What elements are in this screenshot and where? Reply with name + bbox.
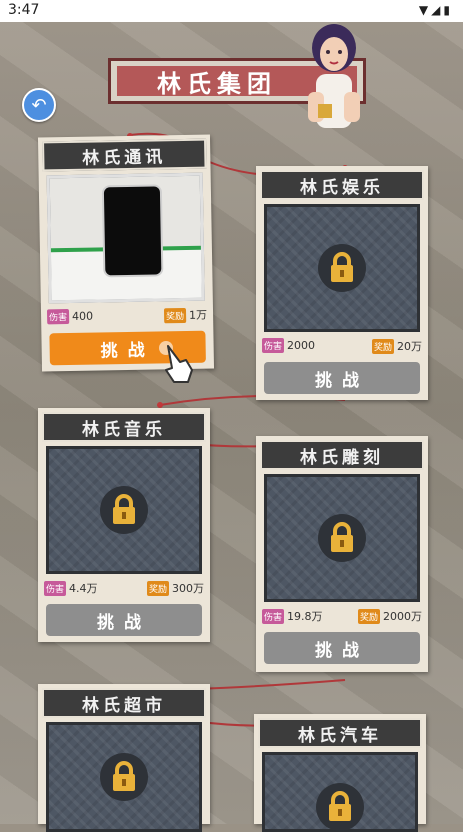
reward-badge: 奖励 <box>146 580 169 596</box>
company-card: 林氏雕刻 伤害 19.8万 奖励 2000万 挑战 <box>256 436 428 672</box>
challenge-button[interactable]: 挑战 <box>46 604 202 636</box>
card-title: 林氏汽车 <box>258 718 422 748</box>
challenge-button[interactable]: 挑战 <box>264 632 420 664</box>
damage-value: 4.4万 <box>69 582 98 595</box>
card-stats: 伤害 400 奖励 1万 <box>46 307 208 328</box>
reward-badge: 奖励 <box>357 608 380 624</box>
card-title: 林氏音乐 <box>42 412 206 442</box>
back-arrow-icon: ↶ <box>31 94 47 116</box>
reward-stat: 奖励 20万 <box>371 338 422 354</box>
damage-stat: 伤害 4.4万 <box>44 580 98 596</box>
lock-icon <box>318 244 366 292</box>
challenge-button[interactable]: 挑战 <box>264 362 420 394</box>
company-card: 林氏通讯 伤害 400 奖励 1万 挑战 <box>37 134 215 372</box>
reward-stat: 奖励 2000万 <box>357 608 422 624</box>
damage-badge: 伤害 <box>44 580 67 596</box>
damage-value: 19.8万 <box>287 610 323 623</box>
reward-stat: 奖励 1万 <box>163 307 208 324</box>
back-button[interactable]: ↶ <box>22 88 56 122</box>
card-image <box>264 474 420 602</box>
card-title: 林氏雕刻 <box>260 440 424 470</box>
status-time: 3:47 <box>8 2 40 18</box>
card-image <box>46 446 202 574</box>
company-card: 林氏超市 <box>38 684 210 832</box>
status-icons: ▼◢▮ <box>419 3 453 17</box>
status-bar: 3:47 ▼◢▮ <box>0 0 463 22</box>
card-image <box>46 722 202 832</box>
phone-image <box>49 175 202 301</box>
boss-avatar <box>294 22 374 128</box>
card-title: 林氏娱乐 <box>260 170 424 200</box>
reward-value: 20万 <box>397 340 422 353</box>
card-title: 林氏通讯 <box>42 138 207 172</box>
damage-stat: 伤害 2000 <box>262 338 315 353</box>
reward-stat: 奖励 300万 <box>146 580 204 596</box>
reward-value: 1万 <box>188 308 208 322</box>
card-image <box>264 204 420 332</box>
damage-value: 2000 <box>287 339 316 352</box>
company-card: 林氏娱乐 伤害 2000 奖励 20万 挑战 <box>256 166 428 400</box>
reward-value: 2000万 <box>383 610 422 623</box>
card-title: 林氏超市 <box>42 688 206 718</box>
damage-value: 400 <box>72 309 94 323</box>
card-stats: 伤害 4.4万 奖励 300万 <box>44 580 204 598</box>
reward-badge: 奖励 <box>371 338 394 354</box>
card-image <box>262 752 418 832</box>
card-image <box>46 172 205 304</box>
card-stats: 伤害 2000 奖励 20万 <box>262 338 422 356</box>
lock-icon <box>100 753 148 801</box>
reward-badge: 奖励 <box>163 307 187 323</box>
damage-badge: 伤害 <box>46 309 70 325</box>
signal-icon: ◢ <box>431 3 444 17</box>
damage-badge: 伤害 <box>262 608 285 624</box>
pointer-hand-icon <box>158 340 198 384</box>
damage-badge: 伤害 <box>262 338 285 353</box>
wifi-icon: ▼ <box>418 3 432 17</box>
damage-stat: 伤害 400 <box>46 309 94 325</box>
reward-value: 300万 <box>172 582 204 595</box>
lock-icon <box>318 514 366 562</box>
company-card: 林氏音乐 伤害 4.4万 奖励 300万 挑战 <box>38 408 210 642</box>
battery-icon: ▮ <box>443 3 453 17</box>
page-title: 林氏集团 <box>157 69 277 98</box>
company-card: 林氏汽车 <box>254 714 426 832</box>
card-stats: 伤害 19.8万 奖励 2000万 <box>262 608 422 626</box>
lock-icon <box>100 486 148 534</box>
damage-stat: 伤害 19.8万 <box>262 608 323 624</box>
